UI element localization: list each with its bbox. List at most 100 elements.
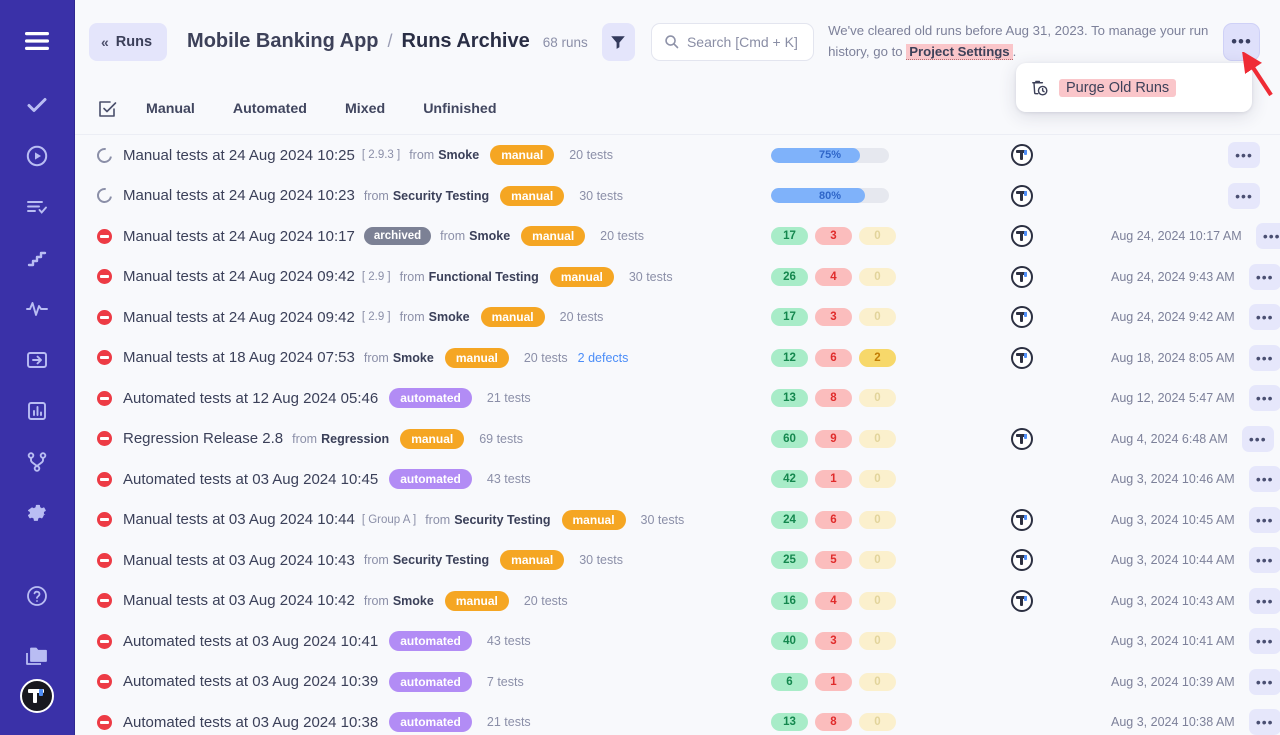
search-input[interactable]: Search [Cmd + K]	[650, 22, 815, 61]
run-title[interactable]: Automated tests at 03 Aug 2024 10:39	[123, 673, 378, 690]
table-row[interactable]: Manual tests at 24 Aug 2024 10:17 archive…	[75, 216, 1280, 257]
suite-name[interactable]: Smoke	[438, 148, 479, 162]
row-more-button[interactable]: •••	[1248, 466, 1280, 493]
select-all-icon[interactable]	[97, 99, 127, 119]
suite-name[interactable]: Smoke	[393, 594, 434, 608]
row-stats: 42 1 0	[771, 470, 1001, 489]
plans-icon[interactable]	[14, 184, 60, 230]
tab-unfinished[interactable]: Unfinished	[404, 101, 515, 117]
row-more-button[interactable]: •••	[1248, 547, 1280, 574]
run-title[interactable]: Manual tests at 24 Aug 2024 10:23	[123, 187, 355, 204]
suite-name[interactable]: Smoke	[469, 229, 510, 243]
table-row[interactable]: Manual tests at 03 Aug 2024 10:42 from Smo…	[75, 581, 1280, 622]
row-more-button[interactable]: •••	[1255, 223, 1280, 250]
row-more-button[interactable]: •••	[1241, 425, 1274, 452]
row-more-button[interactable]: •••	[1248, 587, 1280, 614]
row-title-block: Automated tests at 03 Aug 2024 10:38 auto…	[123, 712, 771, 733]
run-type-badge: automated	[389, 712, 472, 733]
back-chevron-icon: «	[101, 33, 109, 50]
run-title[interactable]: Automated tests at 03 Aug 2024 10:41	[123, 633, 378, 650]
menu-icon[interactable]	[14, 18, 60, 64]
row-more-button[interactable]: •••	[1248, 304, 1280, 331]
failed-count-pill: 8	[815, 389, 852, 408]
header-more-button[interactable]: •••	[1223, 22, 1260, 61]
user-avatar[interactable]	[20, 679, 54, 713]
tests-icon[interactable]	[14, 82, 60, 128]
settings-icon[interactable]	[14, 490, 60, 536]
integrations-icon[interactable]	[14, 439, 60, 485]
menu-item-purge-old-runs[interactable]: Purge Old Runs	[1016, 73, 1252, 102]
help-icon[interactable]	[14, 573, 60, 619]
stopped-icon	[97, 552, 112, 568]
runs-icon[interactable]	[14, 133, 60, 179]
table-row[interactable]: Regression Release 2.8 from Regression manu…	[75, 419, 1280, 460]
row-more-button[interactable]: •••	[1248, 263, 1280, 290]
breadcrumb-app[interactable]: Mobile Banking App	[187, 30, 378, 53]
suite-name[interactable]: Functional Testing	[429, 270, 539, 284]
row-more-button[interactable]: •••	[1228, 182, 1260, 209]
run-title[interactable]: Automated tests at 03 Aug 2024 10:38	[123, 714, 378, 731]
activity-icon[interactable]	[14, 286, 60, 332]
table-row[interactable]: Manual tests at 18 Aug 2024 07:53 from Smo…	[75, 338, 1280, 379]
run-title[interactable]: Manual tests at 03 Aug 2024 10:44	[123, 511, 355, 528]
suite-name[interactable]: Smoke	[429, 310, 470, 324]
failed-count-pill: 4	[815, 591, 852, 610]
table-row[interactable]: Automated tests at 03 Aug 2024 10:39 auto…	[75, 662, 1280, 703]
row-title-block: Manual tests at 24 Aug 2024 10:25 [ 2.9.3…	[123, 145, 771, 166]
suite-name[interactable]: Regression	[321, 432, 389, 446]
row-timestamp: Aug 3, 2024 10:43 AM	[1111, 593, 1235, 608]
table-row[interactable]: Automated tests at 03 Aug 2024 10:41 auto…	[75, 621, 1280, 662]
suite-name[interactable]: Security Testing	[393, 189, 489, 203]
run-title[interactable]: Manual tests at 24 Aug 2024 10:25	[123, 147, 355, 164]
run-title[interactable]: Manual tests at 24 Aug 2024 09:42	[123, 268, 355, 285]
run-title[interactable]: Manual tests at 03 Aug 2024 10:43	[123, 552, 355, 569]
failed-count-pill: 6	[815, 510, 852, 529]
table-row[interactable]: Manual tests at 24 Aug 2024 09:42 [ 2.9 ]…	[75, 297, 1280, 338]
row-more-button[interactable]: •••	[1248, 385, 1280, 412]
runs-count: 68 runs	[542, 35, 588, 50]
import-icon[interactable]	[14, 337, 60, 383]
run-title[interactable]: Automated tests at 12 Aug 2024 05:46	[123, 390, 378, 407]
run-title[interactable]: Automated tests at 03 Aug 2024 10:45	[123, 471, 378, 488]
suite-name[interactable]: Smoke	[393, 351, 434, 365]
tab-automated[interactable]: Automated	[214, 101, 326, 117]
suite-name[interactable]: Security Testing	[454, 513, 550, 527]
back-to-runs-button[interactable]: « Runs	[89, 22, 168, 61]
tab-manual[interactable]: Manual	[127, 101, 214, 117]
row-more-button[interactable]: •••	[1228, 142, 1260, 169]
row-more-button[interactable]: •••	[1248, 506, 1280, 533]
row-more-button[interactable]: •••	[1248, 709, 1280, 735]
tab-mixed[interactable]: Mixed	[326, 101, 404, 117]
failed-count-pill: 3	[815, 308, 852, 327]
table-row[interactable]: Automated tests at 03 Aug 2024 10:45 auto…	[75, 459, 1280, 500]
row-avatar-cell	[1001, 144, 1111, 167]
row-stats: 17 3 0	[771, 227, 1001, 246]
steps-icon[interactable]	[14, 235, 60, 281]
table-row[interactable]: Manual tests at 24 Aug 2024 09:42 [ 2.9 ]…	[75, 257, 1280, 298]
run-title[interactable]: Manual tests at 24 Aug 2024 10:17	[123, 228, 355, 245]
table-row[interactable]: Manual tests at 03 Aug 2024 10:43 from Sec…	[75, 540, 1280, 581]
projects-icon[interactable]	[14, 633, 60, 679]
table-row[interactable]: Manual tests at 24 Aug 2024 10:23 from Sec…	[75, 176, 1280, 217]
row-more-button[interactable]: •••	[1248, 668, 1280, 695]
row-timestamp: Aug 24, 2024 9:42 AM	[1111, 310, 1235, 325]
run-type-badge: manual	[444, 590, 509, 611]
run-title[interactable]: Manual tests at 18 Aug 2024 07:53	[123, 349, 355, 366]
suite-name[interactable]: Security Testing	[393, 553, 489, 567]
table-row[interactable]: Automated tests at 03 Aug 2024 10:38 auto…	[75, 702, 1280, 735]
reports-icon[interactable]	[14, 388, 60, 434]
filter-button[interactable]	[601, 22, 635, 61]
tests-count: 20 tests	[559, 310, 604, 325]
archived-badge: archived	[363, 227, 432, 246]
defects-link[interactable]: 2 defects	[578, 351, 629, 365]
project-settings-link[interactable]: Project Settings	[906, 43, 1013, 60]
run-title[interactable]: Manual tests at 03 Aug 2024 10:42	[123, 592, 355, 609]
table-row[interactable]: Manual tests at 24 Aug 2024 10:25 [ 2.9.3…	[75, 135, 1280, 176]
row-more-button[interactable]: •••	[1248, 628, 1280, 655]
run-title[interactable]: Regression Release 2.8	[123, 430, 283, 447]
table-row[interactable]: Automated tests at 12 Aug 2024 05:46 auto…	[75, 378, 1280, 419]
row-more-button[interactable]: •••	[1248, 344, 1280, 371]
run-title[interactable]: Manual tests at 24 Aug 2024 09:42	[123, 309, 355, 326]
row-timestamp: Aug 3, 2024 10:38 AM	[1111, 715, 1235, 730]
table-row[interactable]: Manual tests at 03 Aug 2024 10:44 [ Group…	[75, 500, 1280, 541]
